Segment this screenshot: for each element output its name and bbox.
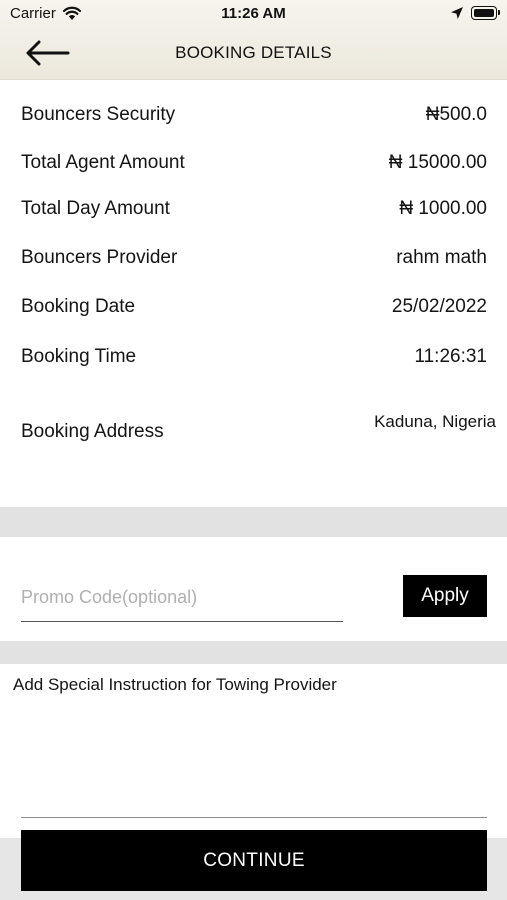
detail-value: rahm math bbox=[396, 247, 487, 268]
apply-button[interactable]: Apply bbox=[403, 575, 487, 617]
promo-code-input[interactable] bbox=[21, 574, 343, 622]
booking-address-value: Kaduna, Nigeria bbox=[374, 412, 496, 431]
status-time: 11:26 AM bbox=[221, 5, 286, 22]
detail-label: Bouncers Security bbox=[21, 104, 176, 125]
status-bar: Carrier 11:26 AM bbox=[0, 0, 507, 28]
detail-label: Booking Time bbox=[21, 346, 137, 367]
section-divider bbox=[0, 507, 507, 537]
location-arrow-icon bbox=[451, 7, 463, 19]
detail-label: Booking Date bbox=[21, 296, 136, 317]
battery-icon bbox=[471, 6, 500, 20]
detail-value: 25/02/2022 bbox=[391, 296, 487, 317]
page-title: BOOKING DETAILS bbox=[175, 43, 332, 62]
detail-value: ₦ 15000.00 bbox=[388, 152, 487, 173]
detail-label: Total Agent Amount bbox=[21, 152, 185, 173]
detail-label: Booking Address bbox=[21, 421, 164, 442]
continue-button[interactable]: CONTINUE bbox=[21, 830, 487, 891]
special-instruction-label: Add Special Instruction for Towing Provi… bbox=[13, 675, 337, 694]
detail-value: ₦500.0 bbox=[425, 104, 487, 125]
detail-value: ₦ 1000.00 bbox=[399, 198, 487, 219]
detail-value: 11:26:31 bbox=[414, 346, 487, 367]
app-header: Carrier 11:26 AM BOOKING DETAILS bbox=[0, 0, 507, 80]
detail-label: Total Day Amount bbox=[21, 198, 170, 219]
detail-label: Bouncers Provider bbox=[21, 247, 178, 268]
special-instruction-field[interactable] bbox=[21, 708, 487, 818]
section-divider bbox=[0, 641, 507, 664]
